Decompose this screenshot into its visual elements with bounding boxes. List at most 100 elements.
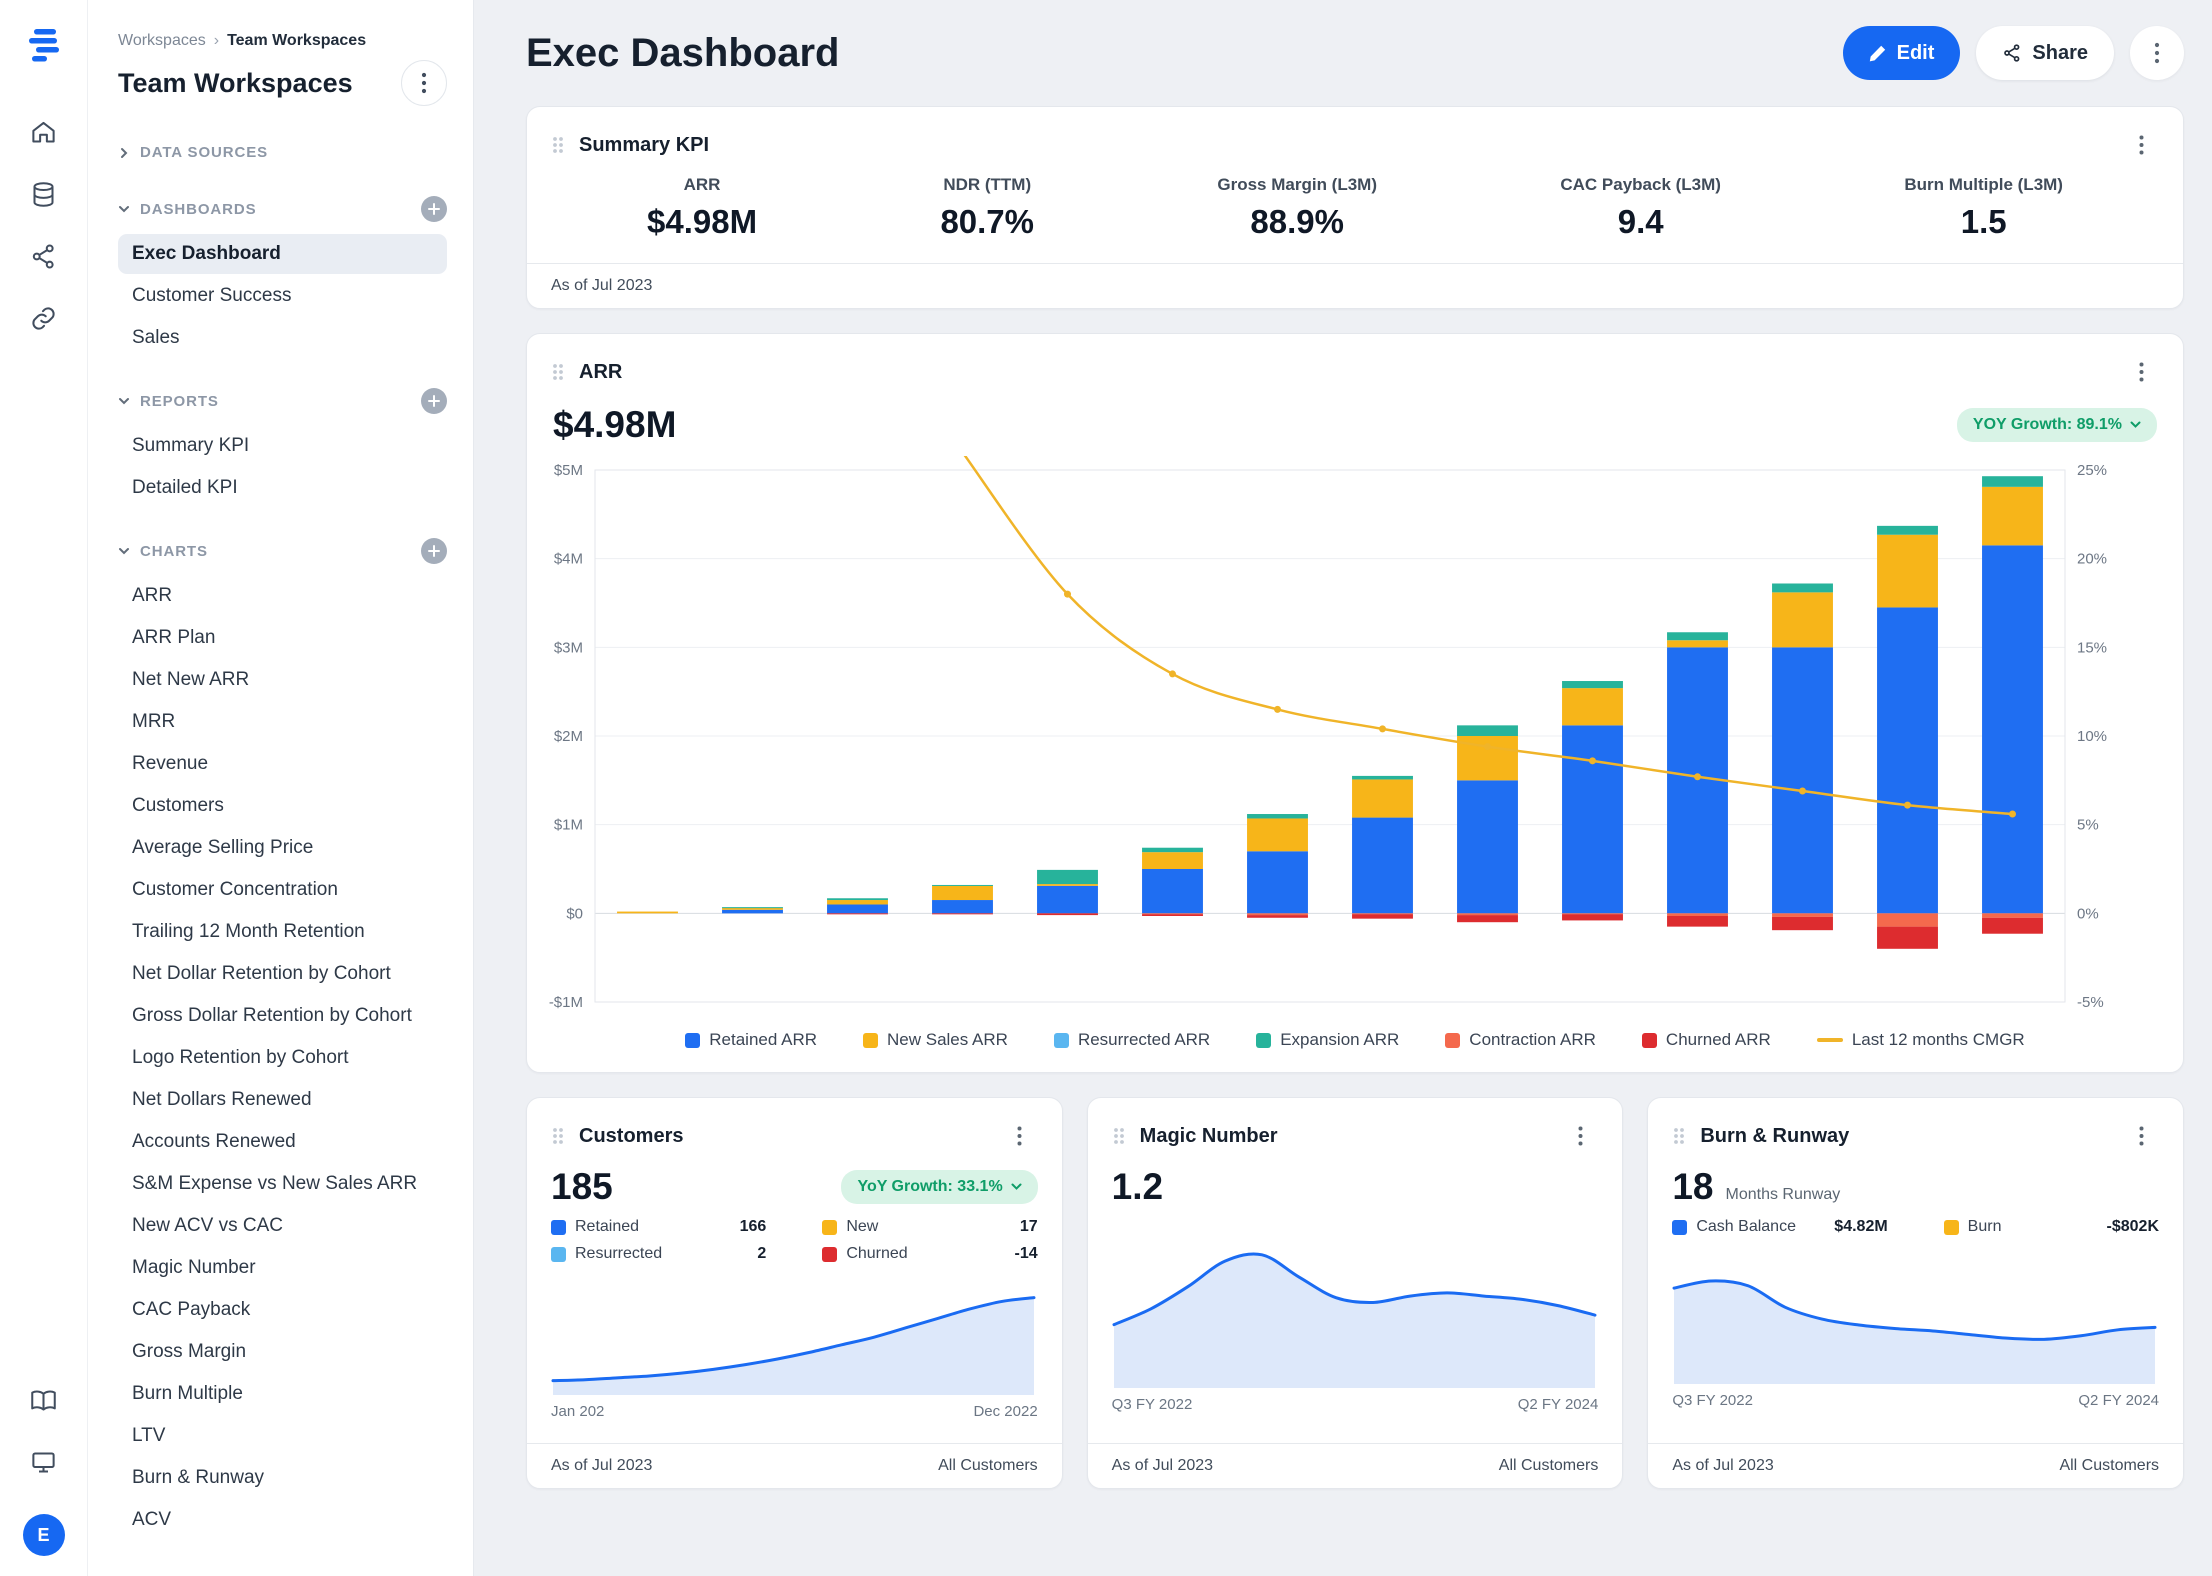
link-icon[interactable] (20, 294, 68, 342)
x-axis-start-label: Q3 FY 2022 (1112, 1396, 1193, 1413)
chevron-down-icon (118, 203, 130, 215)
customers-card-title: Customers (579, 1125, 683, 1148)
drag-handle-icon[interactable] (1112, 1126, 1126, 1146)
customers-value: 185 (551, 1166, 613, 1208)
database-icon[interactable] (20, 170, 68, 218)
sidebar-item-arr-plan[interactable]: ARR Plan (118, 618, 447, 658)
svg-text:15%: 15% (2077, 639, 2107, 656)
legend-label: Retained ARR (709, 1030, 817, 1050)
sidebar-item-revenue[interactable]: Revenue (118, 744, 447, 784)
sidebar-item-ltv[interactable]: LTV (118, 1416, 447, 1456)
section-dashboards[interactable]: DASHBOARDS (118, 201, 257, 218)
burn-runway-menu-button[interactable] (2123, 1118, 2159, 1154)
legend-swatch (822, 1220, 837, 1235)
share-icon (2002, 43, 2022, 63)
sidebar-item-magic-number[interactable]: Magic Number (118, 1248, 447, 1288)
yoy-growth-pill[interactable]: YOY Growth: 89.1% (1957, 408, 2157, 442)
magic-number-menu-button[interactable] (1562, 1118, 1598, 1154)
arr-chart-canvas[interactable]: $5M$4M$3M$2M$1M$0-$1M25%20%15%10%5%0%-5% (529, 456, 2131, 1016)
legend-churned: Churned-14 (822, 1245, 1037, 1263)
edit-button[interactable]: Edit (1843, 26, 1961, 80)
sidebar-item-cac-payback[interactable]: CAC Payback (118, 1290, 447, 1330)
sidebar-item-s-m-expense-vs-new-sales-arr[interactable]: S&M Expense vs New Sales ARR (118, 1164, 447, 1204)
svg-text:10%: 10% (2077, 728, 2107, 745)
chevron-down-icon (2130, 421, 2141, 429)
legend-swatch (1054, 1033, 1069, 1048)
summary-kpi-menu-button[interactable] (2123, 127, 2159, 163)
magic-number-chart-canvas (1112, 1238, 1597, 1388)
sidebar-item-gross-margin[interactable]: Gross Margin (118, 1332, 447, 1372)
app-logo-icon[interactable] (25, 24, 63, 62)
legend-label: Burn (1968, 1218, 2002, 1236)
breadcrumb: Workspaces › Team Workspaces (118, 32, 447, 50)
section-charts[interactable]: CHARTS (118, 543, 208, 560)
legend-new-sales-arr: New Sales ARR (863, 1030, 1008, 1050)
sidebar-item-burn-multiple[interactable]: Burn Multiple (118, 1374, 447, 1414)
legend-value: 166 (740, 1218, 767, 1236)
drag-handle-icon[interactable] (551, 1126, 565, 1146)
kpi-value: 1.5 (1961, 203, 2007, 241)
breadcrumb-workspaces[interactable]: Workspaces (118, 32, 206, 50)
customers-menu-button[interactable] (1002, 1118, 1038, 1154)
home-icon[interactable] (20, 108, 68, 156)
section-data-sources-label: DATA SOURCES (140, 144, 268, 161)
sidebar-item-net-new-arr[interactable]: Net New ARR (118, 660, 447, 700)
workspace-menu-button[interactable] (401, 60, 447, 106)
sidebar-item-customers[interactable]: Customers (118, 786, 447, 826)
kpi-label: Gross Margin (L3M) (1217, 175, 1377, 195)
edit-button-label: Edit (1897, 42, 1935, 65)
sidebar-item-average-selling-price[interactable]: Average Selling Price (118, 828, 447, 868)
header-menu-button[interactable] (2130, 26, 2184, 80)
sidebar-item-net-dollar-retention-by-cohort[interactable]: Net Dollar Retention by Cohort (118, 954, 447, 994)
book-icon[interactable] (20, 1376, 68, 1424)
share-button[interactable]: Share (1976, 26, 2114, 80)
sidebar-item-sales[interactable]: Sales (118, 318, 447, 358)
sidebar-item-burn-runway[interactable]: Burn & Runway (118, 1458, 447, 1498)
sidebar-item-new-acv-vs-cac[interactable]: New ACV vs CAC (118, 1206, 447, 1246)
legend-value: $4.82M (1834, 1218, 1887, 1236)
sidebar-item-acv[interactable]: ACV (118, 1500, 447, 1540)
sidebar-item-accounts-renewed[interactable]: Accounts Renewed (118, 1122, 447, 1162)
sidebar-item-exec-dashboard[interactable]: Exec Dashboard (118, 234, 447, 274)
x-axis-end-label: Q2 FY 2024 (1518, 1396, 1599, 1413)
kpi-value: 80.7% (940, 203, 1034, 241)
sidebar-item-logo-retention-by-cohort[interactable]: Logo Retention by Cohort (118, 1038, 447, 1078)
legend-value: 17 (1020, 1218, 1038, 1236)
kpi-row: ARR$4.98MNDR (TTM)80.7%Gross Margin (L3M… (527, 173, 2183, 263)
drag-handle-icon[interactable] (551, 135, 565, 155)
kpi-label: ARR (684, 175, 721, 195)
arr-card-title: ARR (579, 361, 622, 384)
section-data-sources[interactable]: DATA SOURCES (118, 144, 268, 161)
svg-text:25%: 25% (2077, 462, 2107, 479)
drag-handle-icon[interactable] (551, 362, 565, 382)
add-dashboard-button[interactable] (421, 196, 447, 222)
avatar[interactable]: E (23, 1514, 65, 1556)
magic-number-card-title: Magic Number (1140, 1125, 1278, 1148)
x-axis-start-label: Q3 FY 2022 (1672, 1392, 1753, 1409)
sidebar-item-gross-dollar-retention-by-cohort[interactable]: Gross Dollar Retention by Cohort (118, 996, 447, 1036)
app-window: E Workspaces › Team Workspaces Team Work… (0, 0, 2212, 1576)
drag-handle-icon[interactable] (1672, 1126, 1686, 1146)
sidebar-item-trailing-12-month-retention[interactable]: Trailing 12 Month Retention (118, 912, 447, 952)
breadcrumb-current[interactable]: Team Workspaces (227, 32, 366, 50)
legend-line-swatch (1817, 1038, 1843, 1042)
arr-menu-button[interactable] (2123, 354, 2159, 390)
share-nodes-icon[interactable] (20, 232, 68, 280)
customers-growth-pill[interactable]: YoY Growth: 33.1% (841, 1170, 1037, 1204)
sidebar-item-customer-concentration[interactable]: Customer Concentration (118, 870, 447, 910)
sidebar-item-detailed-kpi[interactable]: Detailed KPI (118, 468, 447, 508)
sidebar-item-customer-success[interactable]: Customer Success (118, 276, 447, 316)
sidebar-item-mrr[interactable]: MRR (118, 702, 447, 742)
kpi-burn-multiple-l3m: Burn Multiple (L3M)1.5 (1904, 175, 2063, 241)
sidebar-item-arr[interactable]: ARR (118, 576, 447, 616)
scope-label: All Customers (938, 1457, 1038, 1475)
sidebar-item-summary-kpi[interactable]: Summary KPI (118, 426, 447, 466)
desktop-icon[interactable] (20, 1438, 68, 1486)
section-reports[interactable]: REPORTS (118, 393, 219, 410)
add-report-button[interactable] (421, 388, 447, 414)
kpi-ndr-ttm: NDR (TTM)80.7% (940, 175, 1034, 241)
customers-card: Customers 185 YoY Growth: 33.1% Retained… (526, 1097, 1063, 1489)
add-chart-button[interactable] (421, 538, 447, 564)
burn-runway-legend: Cash Balance$4.82MBurn-$802K (1648, 1218, 2183, 1242)
sidebar-item-net-dollars-renewed[interactable]: Net Dollars Renewed (118, 1080, 447, 1120)
